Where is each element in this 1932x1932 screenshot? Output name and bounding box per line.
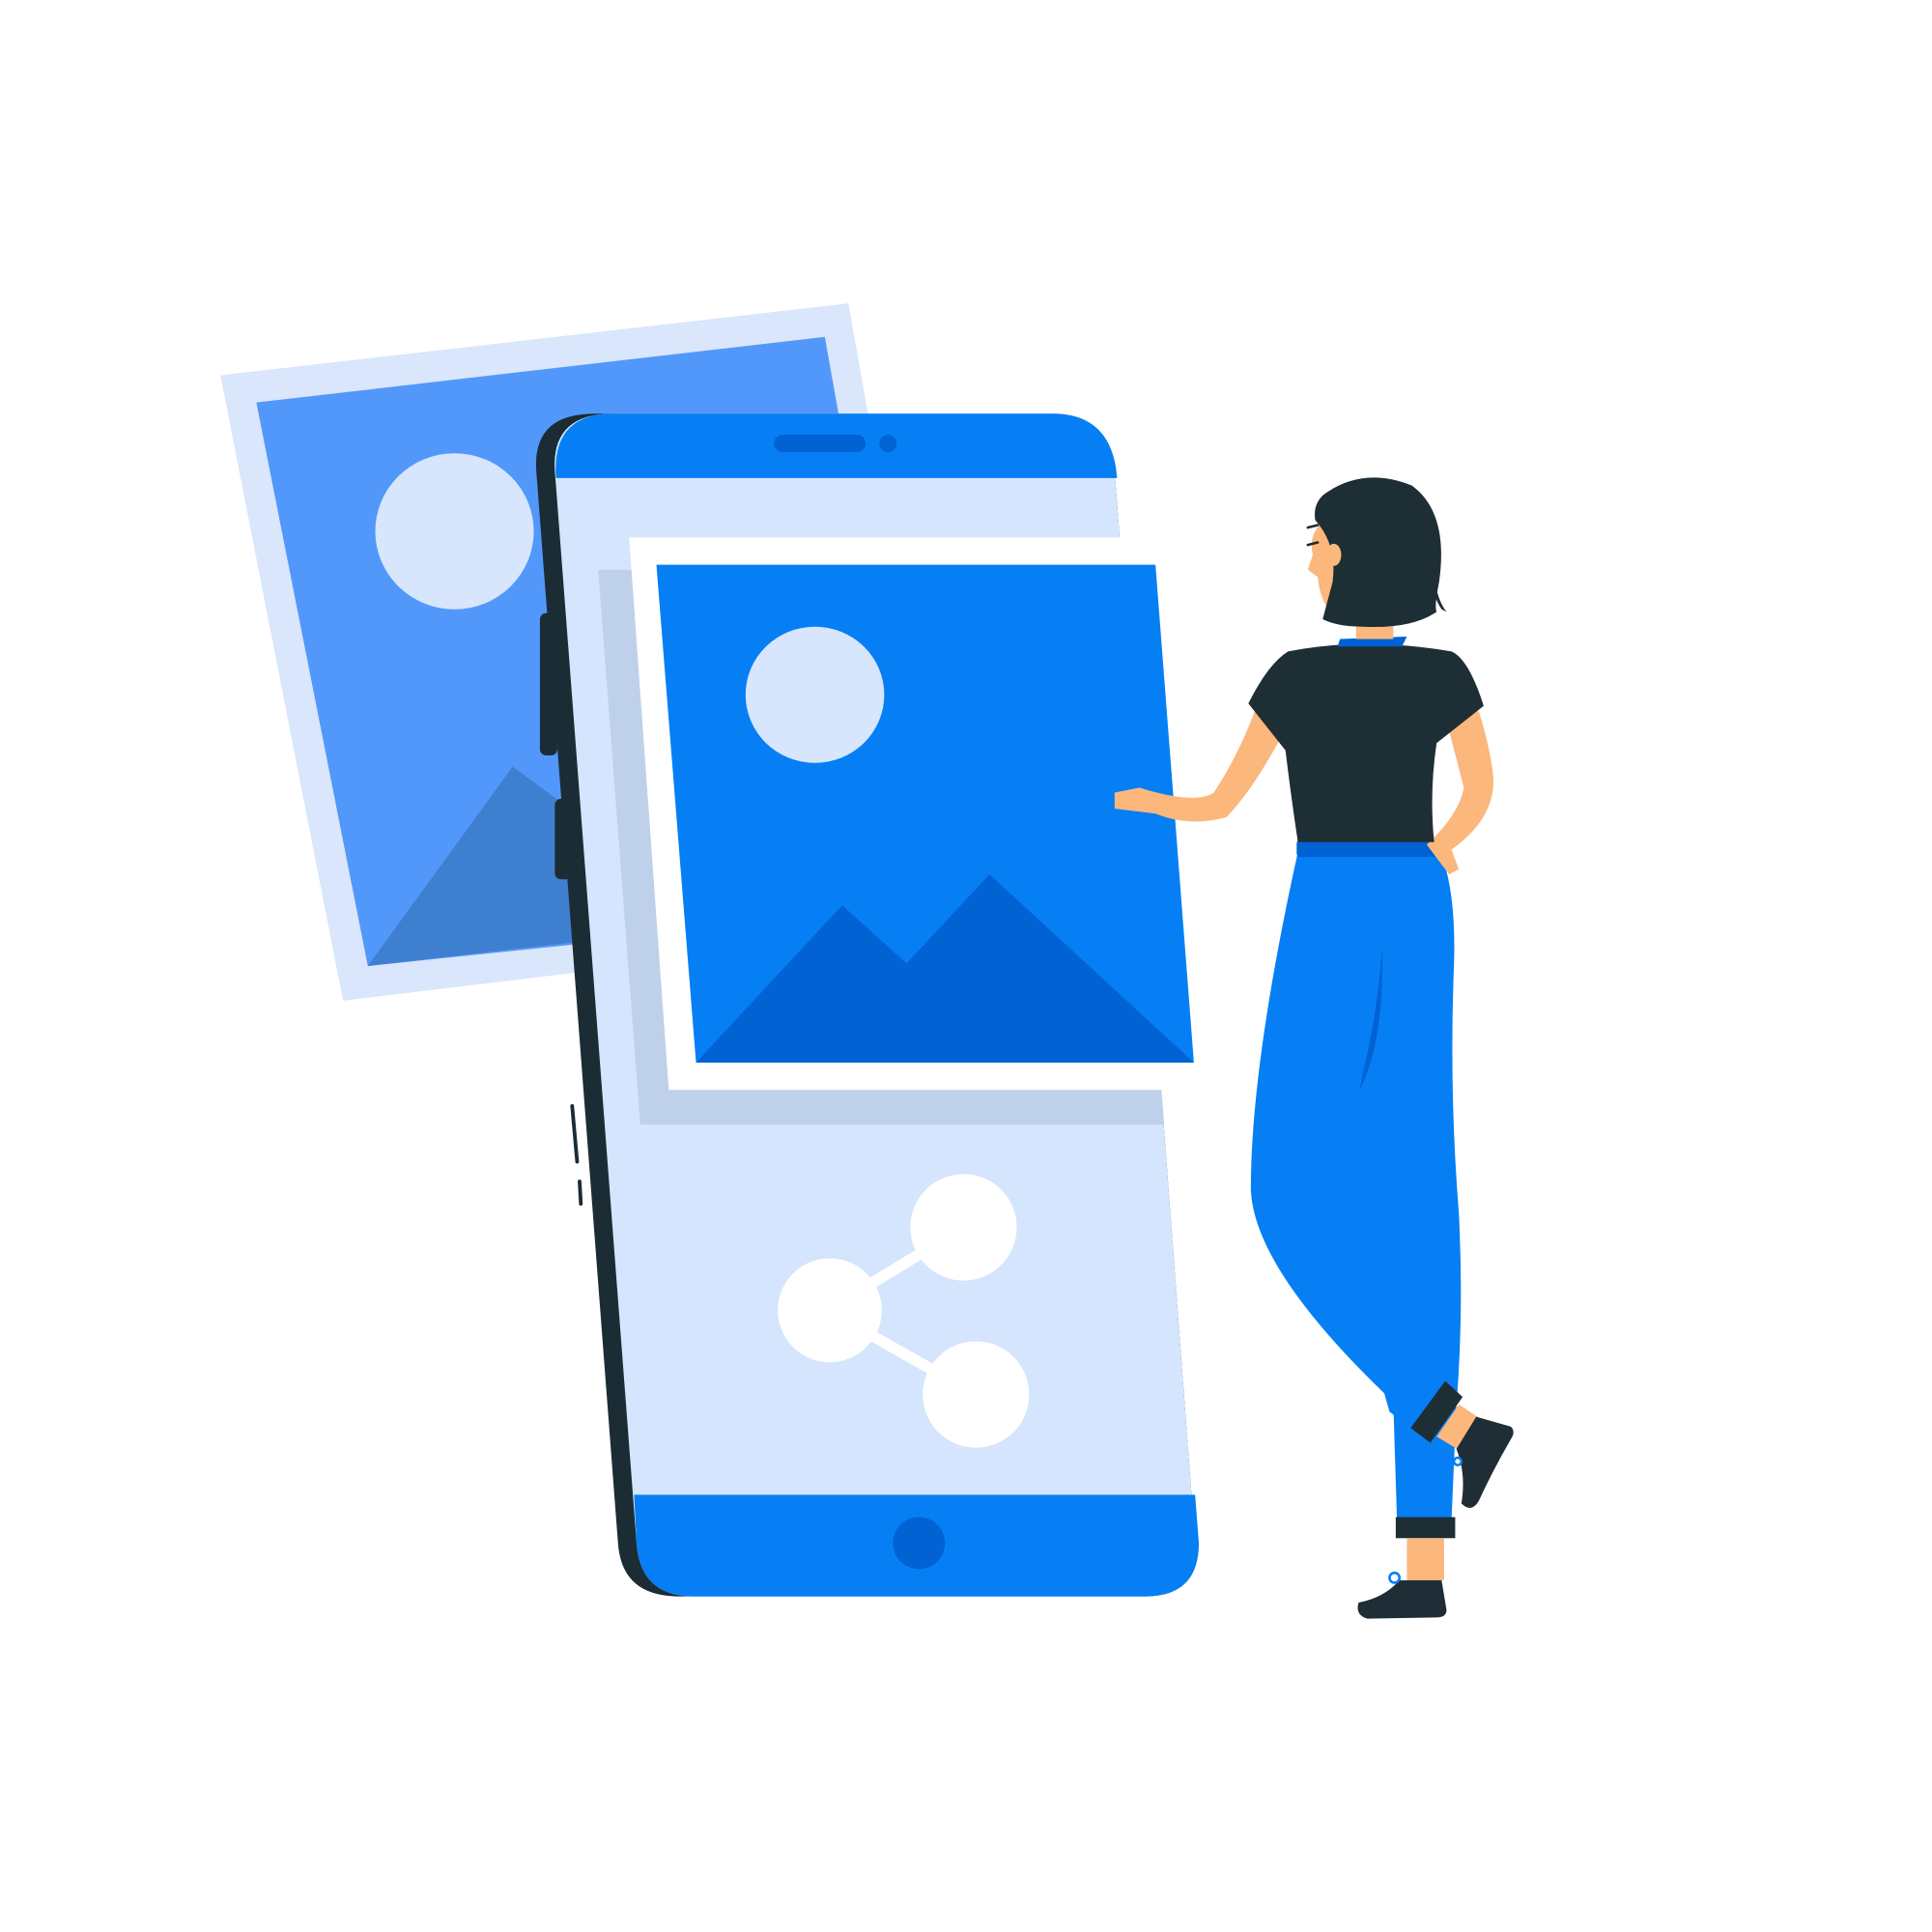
person-shoelace [1388, 1571, 1401, 1584]
motion-line [578, 1179, 583, 1207]
phone-side-button [539, 612, 557, 756]
phone-camera [879, 435, 897, 452]
share-photos-illustration [220, 303, 1514, 1619]
person-glasses [1306, 524, 1320, 529]
phone-side-button [554, 798, 573, 880]
back-photo-sun-icon [375, 453, 534, 610]
person-ear [1326, 543, 1342, 566]
illustration-stage [0, 0, 1932, 1932]
share-icon-node [910, 1174, 1017, 1281]
share-icon-node [778, 1258, 882, 1363]
person-shoelace [1452, 1456, 1463, 1466]
person-shoe [1357, 1579, 1447, 1619]
person-shirt [1248, 643, 1484, 842]
person-ankle [1406, 1538, 1444, 1580]
front-photo-sun-icon [745, 626, 885, 763]
phone-home-button [893, 1517, 946, 1570]
front-photo-card [598, 537, 1222, 1125]
motion-line [570, 1103, 580, 1164]
person-belt [1296, 839, 1439, 858]
phone-speaker [774, 435, 867, 452]
person-jeans-cuff [1395, 1517, 1456, 1539]
share-icon-node [923, 1341, 1030, 1448]
